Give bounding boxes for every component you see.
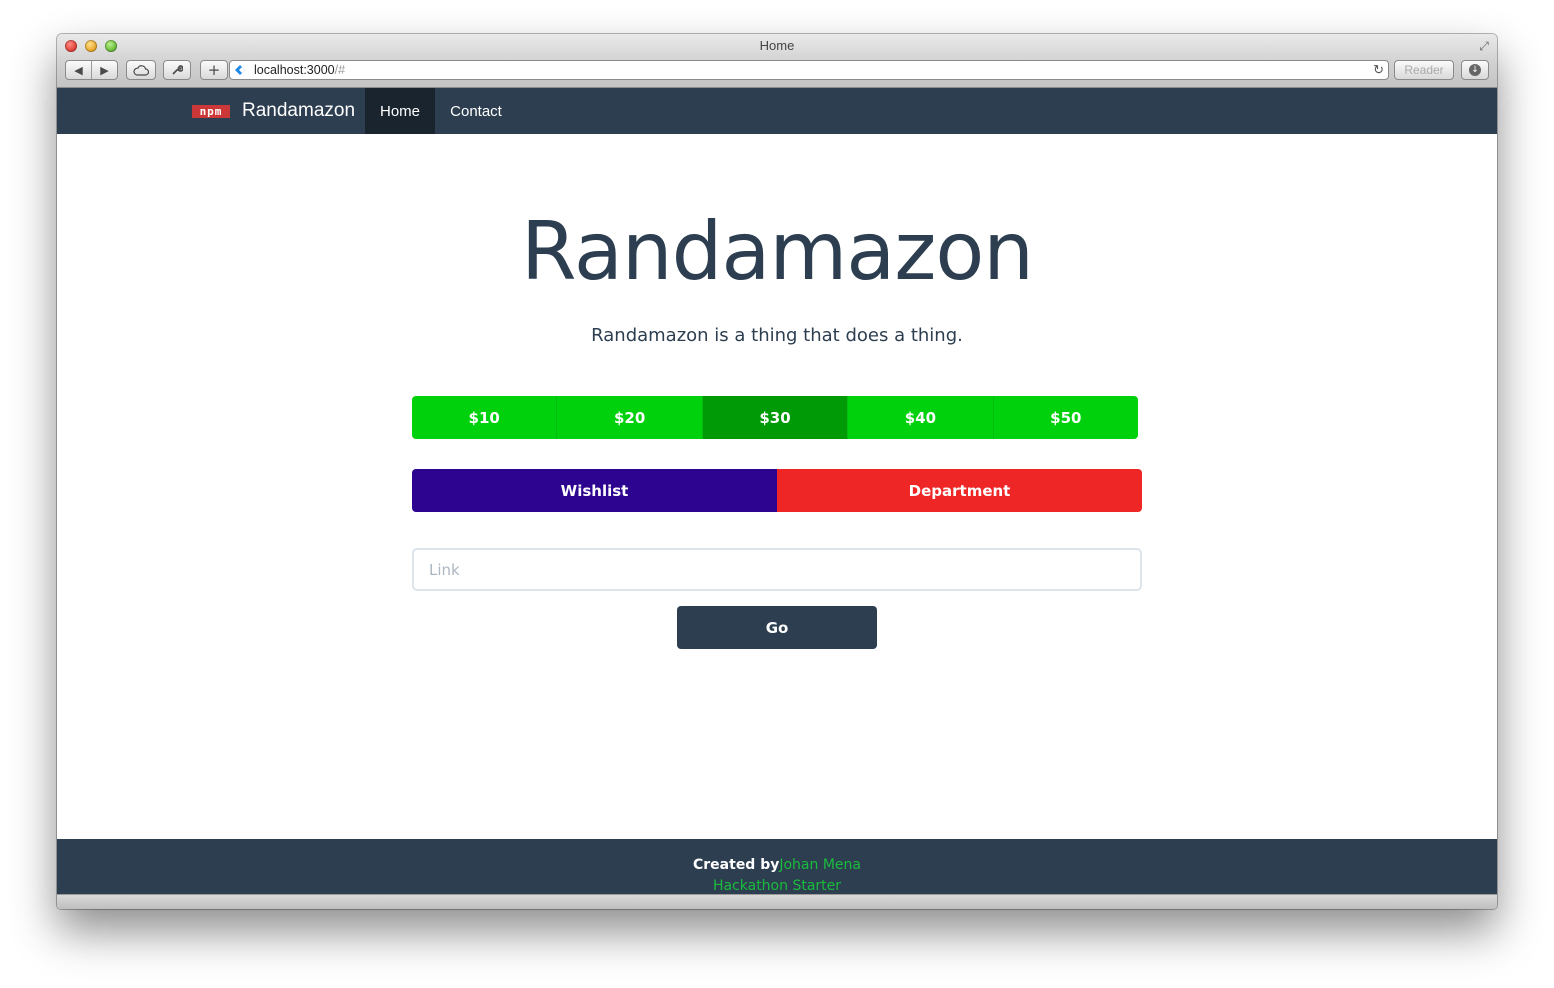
nav-item-contact[interactable]: Contact — [435, 88, 517, 134]
plus-icon: + — [207, 61, 221, 79]
price-50-button[interactable]: $50 — [993, 396, 1138, 439]
site-favicon-icon — [235, 65, 245, 75]
window-title: Home — [759, 38, 795, 53]
price-10-button[interactable]: $10 — [412, 396, 558, 439]
browser-window: Home ⤢ ◀ ▶ + localhost:3000/# ↻ Reader ↓… — [57, 34, 1497, 909]
wrench-icon — [172, 65, 183, 75]
npm-logo-icon: npm — [192, 104, 230, 118]
address-bar[interactable]: localhost:3000/# ↻ — [229, 60, 1389, 80]
brand-name: Randamazon — [242, 100, 356, 121]
url-host: localhost:3000 — [254, 63, 335, 77]
site-navbar: npm Randamazon Home Contact — [57, 88, 1497, 134]
browser-status-bar — [57, 894, 1497, 909]
reader-button[interactable]: Reader — [1394, 60, 1454, 80]
wishlist-button[interactable]: Wishlist — [412, 469, 777, 512]
page-subtitle: Randamazon is a thing that does a thing. — [591, 325, 963, 346]
hackathon-starter-link[interactable]: Hackathon Starter — [57, 878, 1497, 894]
download-icon: ↓ — [1469, 64, 1481, 76]
link-input[interactable] — [412, 548, 1142, 591]
url-hash: /# — [334, 63, 346, 77]
nav-item-home[interactable]: Home — [365, 88, 435, 134]
icloud-tabs-button[interactable] — [126, 60, 156, 80]
price-button-group: $10 $20 $30 $40 $50 — [412, 396, 1138, 439]
url-text: localhost:3000/# — [254, 63, 345, 77]
author-link[interactable]: Johan Mena — [779, 857, 861, 873]
price-20-button[interactable]: $20 — [557, 396, 703, 439]
price-40-button[interactable]: $40 — [848, 396, 994, 439]
navbar-brand[interactable]: npm Randamazon — [192, 88, 355, 134]
footer-credit: Created byJohan Mena — [57, 857, 1497, 873]
downloads-button[interactable]: ↓ — [1461, 60, 1489, 80]
fullscreen-icon[interactable]: ⤢ — [1477, 39, 1491, 53]
source-button-group: Wishlist Department — [412, 469, 1142, 512]
price-30-button[interactable]: $30 — [702, 396, 849, 439]
back-forward-buttons: ◀ ▶ — [65, 60, 118, 80]
browser-toolbar: Home ⤢ ◀ ▶ + localhost:3000/# ↻ Reader ↓ — [57, 34, 1497, 88]
page-title: Randamazon — [521, 205, 1034, 298]
cloud-icon — [133, 64, 149, 76]
back-icon[interactable]: ◀ — [66, 61, 92, 79]
site-footer: Created byJohan Mena Hackathon Starter — [57, 839, 1497, 894]
department-button[interactable]: Department — [777, 469, 1142, 512]
go-button[interactable]: Go — [677, 606, 877, 649]
footer-created-by: Created by — [693, 857, 780, 873]
new-tab-button[interactable]: + — [200, 60, 228, 80]
forward-icon[interactable]: ▶ — [92, 61, 117, 79]
reload-icon[interactable]: ↻ — [1373, 62, 1384, 78]
settings-button[interactable] — [163, 60, 191, 80]
